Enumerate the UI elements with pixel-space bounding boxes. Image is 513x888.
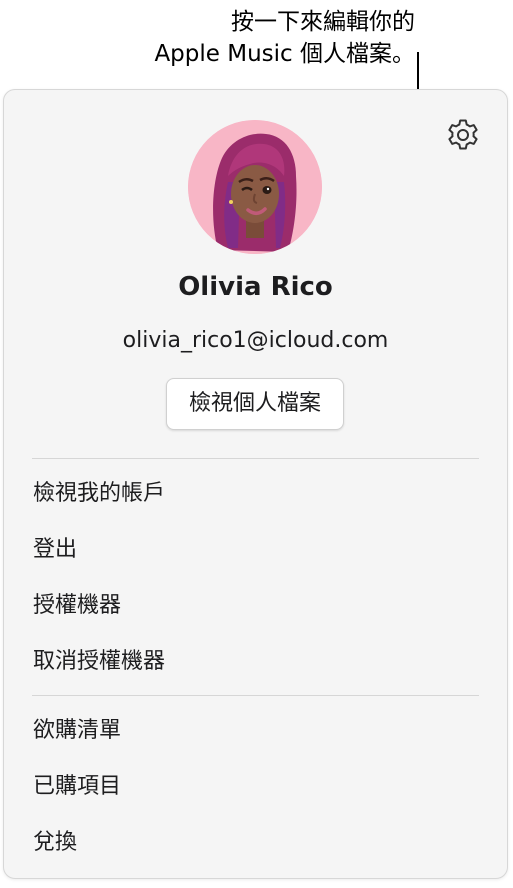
menu-item-sign-out[interactable]: 登出 — [33, 535, 473, 565]
menu-item-deauthorize[interactable]: 取消授權機器 — [33, 647, 473, 677]
menu-item-purchased[interactable]: 已購項目 — [33, 772, 473, 802]
gear-icon[interactable] — [444, 116, 482, 154]
menu-divider — [32, 695, 479, 696]
profile-email: olivia_rico1@icloud.com — [122, 328, 389, 353]
menu-item-view-account[interactable]: 檢視我的帳戶 — [33, 479, 473, 509]
menu-item-authorize[interactable]: 授權機器 — [33, 591, 473, 621]
menu-item-redeem[interactable]: 兌換 — [33, 828, 473, 858]
menu-divider — [32, 458, 479, 459]
view-profile-button[interactable]: 檢視個人檔案 — [166, 378, 344, 430]
callout-line-1: 按一下來編輯你的 — [231, 9, 415, 35]
callout-text: 按一下來編輯你的 Apple Music 個人檔案。 — [0, 6, 415, 70]
memoji-avatar-icon — [188, 120, 322, 254]
menu-item-wish-list[interactable]: 欲購清單 — [33, 716, 473, 746]
avatar[interactable] — [188, 120, 322, 254]
annotated-screenshot: 按一下來編輯你的 Apple Music 個人檔案。 Olivia Rico o… — [0, 0, 513, 888]
profile-name: Olivia Rico — [178, 272, 333, 302]
callout-line-2: Apple Music 個人檔案。 — [154, 41, 415, 67]
